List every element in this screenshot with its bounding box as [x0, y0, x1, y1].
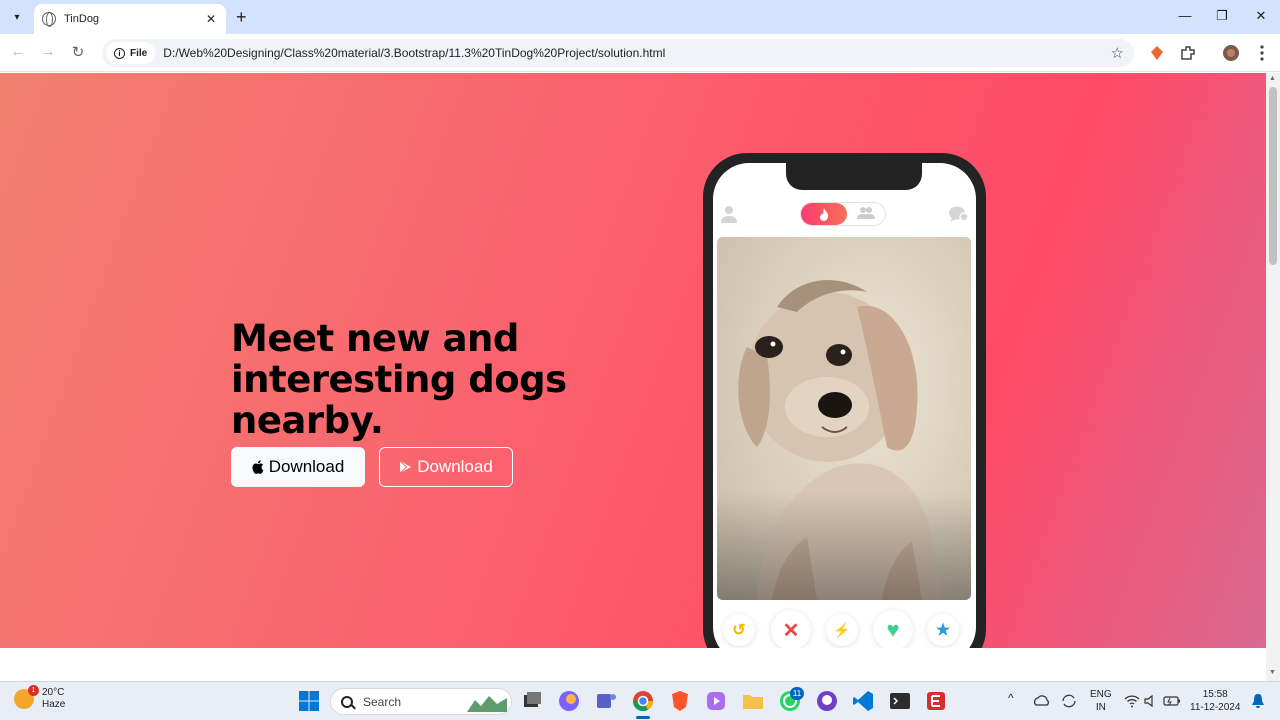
apple-icon [252, 460, 264, 474]
swipe-actions: ↺ ✕ ⚡ ♥ ★ [713, 608, 976, 648]
lightning-icon: ⚡ [833, 621, 851, 638]
star-icon: ★ [935, 622, 951, 639]
extensions-icon[interactable] [1179, 44, 1197, 62]
tab-tindog[interactable]: TinDog ✕ [34, 4, 226, 34]
people-icon [857, 207, 875, 222]
scroll-down-arrow-icon[interactable]: ▼ [1269, 669, 1276, 676]
weather-widget[interactable]: 1 20°C Haze [14, 685, 66, 711]
reload-button[interactable]: ↻ [68, 43, 88, 61]
weather-sun-icon: 1 [14, 685, 39, 709]
browser-toolbar: ← → ↻ i File D:/Web%20Designing/Class%20… [0, 34, 1280, 72]
url-text[interactable]: D:/Web%20Designing/Class%20material/3.Bo… [163, 46, 665, 60]
clock-date: 11-12-2024 [1190, 702, 1241, 713]
copilot-icon[interactable] [557, 689, 581, 713]
menu-dots-icon[interactable] [1253, 44, 1271, 62]
tab-close-icon[interactable]: ✕ [204, 12, 218, 26]
sync-icon[interactable] [1060, 692, 1078, 710]
wifi-icon[interactable] [1124, 693, 1140, 709]
clock[interactable]: 15:58 11-12-2024 [1190, 688, 1240, 714]
scroll-up-arrow-icon[interactable]: ▲ [1269, 75, 1276, 82]
search-icon [341, 695, 353, 708]
minimize-button[interactable]: — [1175, 8, 1195, 23]
google-play-icon [399, 460, 412, 474]
clock-time: 15:58 [1202, 689, 1228, 700]
weather-badge: 1 [28, 685, 39, 696]
site-info-chip[interactable]: i File [106, 42, 156, 64]
download-google-play-button[interactable]: Download [379, 447, 513, 487]
nope-button[interactable]: ✕ [771, 610, 811, 648]
volume-icon[interactable] [1143, 693, 1159, 709]
weather-desc: Haze [42, 699, 66, 710]
chat-icon [949, 206, 968, 222]
restore-button[interactable]: ❐ [1212, 8, 1232, 24]
search-highlight-icon [467, 696, 507, 712]
bookmark-star-icon[interactable]: ☆ [1111, 44, 1124, 62]
rewind-icon: ↺ [732, 622, 746, 639]
taskbar-search-placeholder: Search [363, 694, 402, 709]
close-window-button[interactable]: ✕ [1251, 8, 1271, 24]
tab-strip: ▾ TinDog ✕ + — ❐ ✕ [0, 0, 1280, 34]
battery-icon[interactable] [1163, 693, 1181, 709]
globe-icon [42, 12, 56, 27]
windows-taskbar: 1 20°C Haze Search 11 ^ ENG IN 15:58 11-… [0, 681, 1280, 720]
download-google-play-label: Download [417, 457, 493, 476]
address-bar[interactable]: i File D:/Web%20Designing/Class%20materi… [102, 39, 1134, 67]
heart-icon: ♥ [886, 617, 900, 642]
forward-button[interactable]: → [38, 43, 58, 60]
chrome-active-indicator [636, 716, 650, 719]
chrome-icon[interactable] [631, 689, 655, 713]
weather-temp: 20°C [42, 687, 65, 698]
hero-headline: Meet new and interesting dogs nearby. [231, 317, 567, 442]
taskbar-search[interactable]: Search [330, 688, 512, 715]
app-e-icon[interactable] [924, 689, 948, 713]
phone-screen: ↺ ✕ ⚡ ♥ ★ [713, 163, 976, 648]
site-chip-label: File [130, 47, 148, 59]
super-like-button[interactable]: ★ [927, 614, 959, 646]
download-apple-button[interactable]: Download [231, 447, 365, 487]
vscode-icon[interactable] [851, 689, 875, 713]
phone-notch [786, 163, 922, 190]
info-icon: i [114, 47, 125, 59]
tab-search-button[interactable]: ▾ [6, 7, 28, 27]
page-scrollbar[interactable]: ▲ ▼ [1266, 73, 1280, 681]
page-below-fold [0, 648, 1266, 681]
tray-overflow-chevron-icon[interactable]: ^ [1008, 692, 1014, 705]
new-tab-button[interactable]: + [236, 8, 247, 26]
language-top: ENG [1090, 689, 1112, 700]
language-indicator[interactable]: ENG IN [1090, 688, 1112, 714]
brave-rewards-icon[interactable] [1148, 44, 1166, 62]
onedrive-icon[interactable] [1033, 692, 1051, 710]
discover-toggle [800, 202, 886, 226]
close-icon: ✕ [782, 619, 800, 642]
notification-bell-icon[interactable] [1251, 693, 1265, 709]
brave-icon[interactable] [668, 689, 692, 713]
download-apple-label: Download [268, 457, 345, 476]
like-button[interactable]: ♥ [873, 610, 913, 648]
boost-button[interactable]: ⚡ [826, 614, 858, 646]
flame-icon [801, 203, 847, 225]
scrollbar-thumb[interactable] [1269, 87, 1277, 265]
phone-mockup: ↺ ✕ ⚡ ♥ ★ [703, 153, 986, 648]
task-view-icon[interactable] [520, 689, 544, 713]
profile-avatar[interactable] [1222, 44, 1240, 62]
tab-title: TinDog [64, 13, 100, 25]
language-bottom: IN [1095, 702, 1106, 713]
file-explorer-icon[interactable] [741, 689, 765, 713]
clipchamp-icon[interactable] [704, 689, 728, 713]
rewind-button[interactable]: ↺ [723, 614, 755, 646]
dog-photo [717, 237, 971, 600]
profile-icon [721, 206, 737, 223]
whatsapp-badge: 11 [790, 687, 804, 700]
terminal-icon[interactable] [888, 689, 912, 713]
hero-section: Meet new and interesting dogs nearby. Do… [0, 73, 1266, 648]
github-desktop-icon[interactable] [815, 689, 839, 713]
back-button[interactable]: ← [8, 43, 28, 60]
windows-start-icon[interactable] [297, 689, 321, 713]
teams-icon[interactable] [594, 689, 618, 713]
